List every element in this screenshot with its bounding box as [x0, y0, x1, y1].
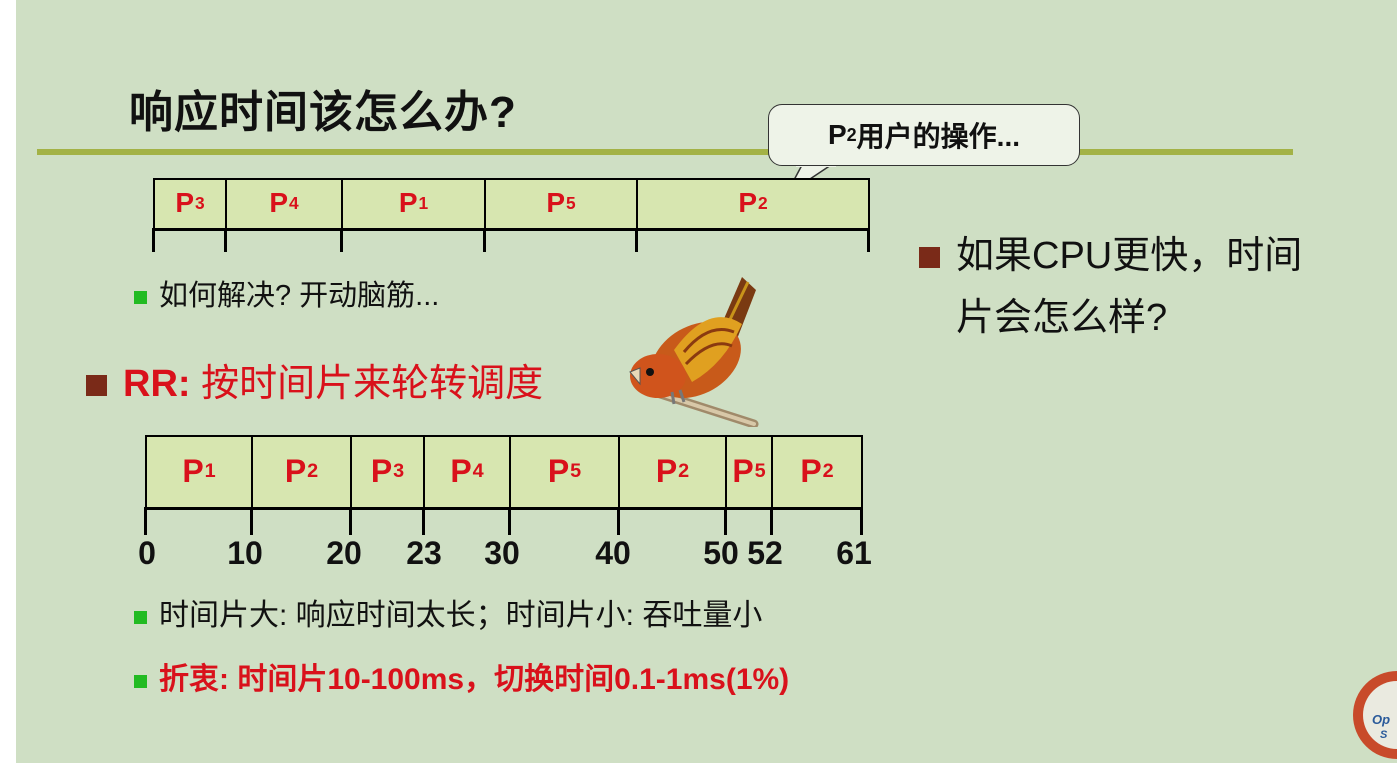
- gantt2-tick: [770, 507, 773, 535]
- callout-sub: 2: [846, 124, 857, 145]
- callout-bubble: P 2 用户的操作...: [768, 104, 1080, 166]
- gantt2-frame: [145, 435, 863, 509]
- gantt1-tick: [635, 228, 638, 252]
- right-question: 如果CPU更快，时间 片会怎么样?: [919, 225, 1302, 349]
- gantt1-tick: [152, 228, 155, 252]
- bullet-square-icon: [134, 290, 147, 304]
- gantt1-tick: [867, 228, 870, 252]
- time-label: 0: [138, 535, 156, 571]
- gantt1-frame: [153, 178, 870, 230]
- time-label: 52: [747, 535, 783, 571]
- svg-text:Op: Op: [1372, 712, 1390, 727]
- bullet-how-to-solve: 如何解决? 开动脑筋...: [134, 272, 439, 314]
- bird-icon: [629, 277, 759, 427]
- gantt1-tick: [483, 228, 486, 252]
- operating-system-logo-icon: Op S: [1353, 671, 1397, 759]
- title-rule: [37, 149, 1293, 155]
- time-label: 30: [484, 535, 520, 571]
- bullet-timeslice-tradeoff: 时间片大: 响应时间太长；时间片小: 吞吐量小: [134, 590, 762, 634]
- gantt2-tick: [860, 507, 863, 535]
- gantt2-tick: [617, 507, 620, 535]
- time-label: 61: [836, 535, 872, 571]
- time-label: 40: [595, 535, 631, 571]
- gantt2-tick: [724, 507, 727, 535]
- gantt1-axis: [153, 228, 870, 231]
- gantt2-tick: [250, 507, 253, 535]
- callout-suffix: 用户的操作...: [856, 121, 1021, 152]
- gantt2-tick: [508, 507, 511, 535]
- gantt2-axis: [145, 507, 863, 510]
- slide: 响应时间该怎么办? P 2 用户的操作... P3 P4 P1 P5 P2 如何解决…: [16, 0, 1397, 763]
- time-label: 50: [703, 535, 739, 571]
- bullet-square-icon: [134, 674, 147, 688]
- gantt2-tick: [144, 507, 147, 535]
- time-label: 23: [406, 535, 442, 571]
- gantt1-tick: [224, 228, 227, 252]
- bullet-square-icon: [134, 610, 147, 624]
- callout-prefix: P: [827, 119, 847, 150]
- bullet-square-icon: [919, 247, 940, 269]
- bullet-compromise: 折衷: 时间片10-100ms，切换时间0.1-1ms(1%): [134, 654, 789, 698]
- gantt2-tick: [349, 507, 352, 535]
- gantt1-tick: [340, 228, 343, 252]
- time-label: 10: [227, 535, 263, 571]
- svg-text:S: S: [1380, 729, 1388, 741]
- slide-title: 响应时间该怎么办?: [129, 88, 517, 137]
- bullet-square-icon: [86, 375, 107, 397]
- rr-heading: RR: 按时间片来轮转调度: [86, 352, 543, 407]
- time-label: 20: [326, 535, 362, 571]
- gantt2-tick: [422, 507, 425, 535]
